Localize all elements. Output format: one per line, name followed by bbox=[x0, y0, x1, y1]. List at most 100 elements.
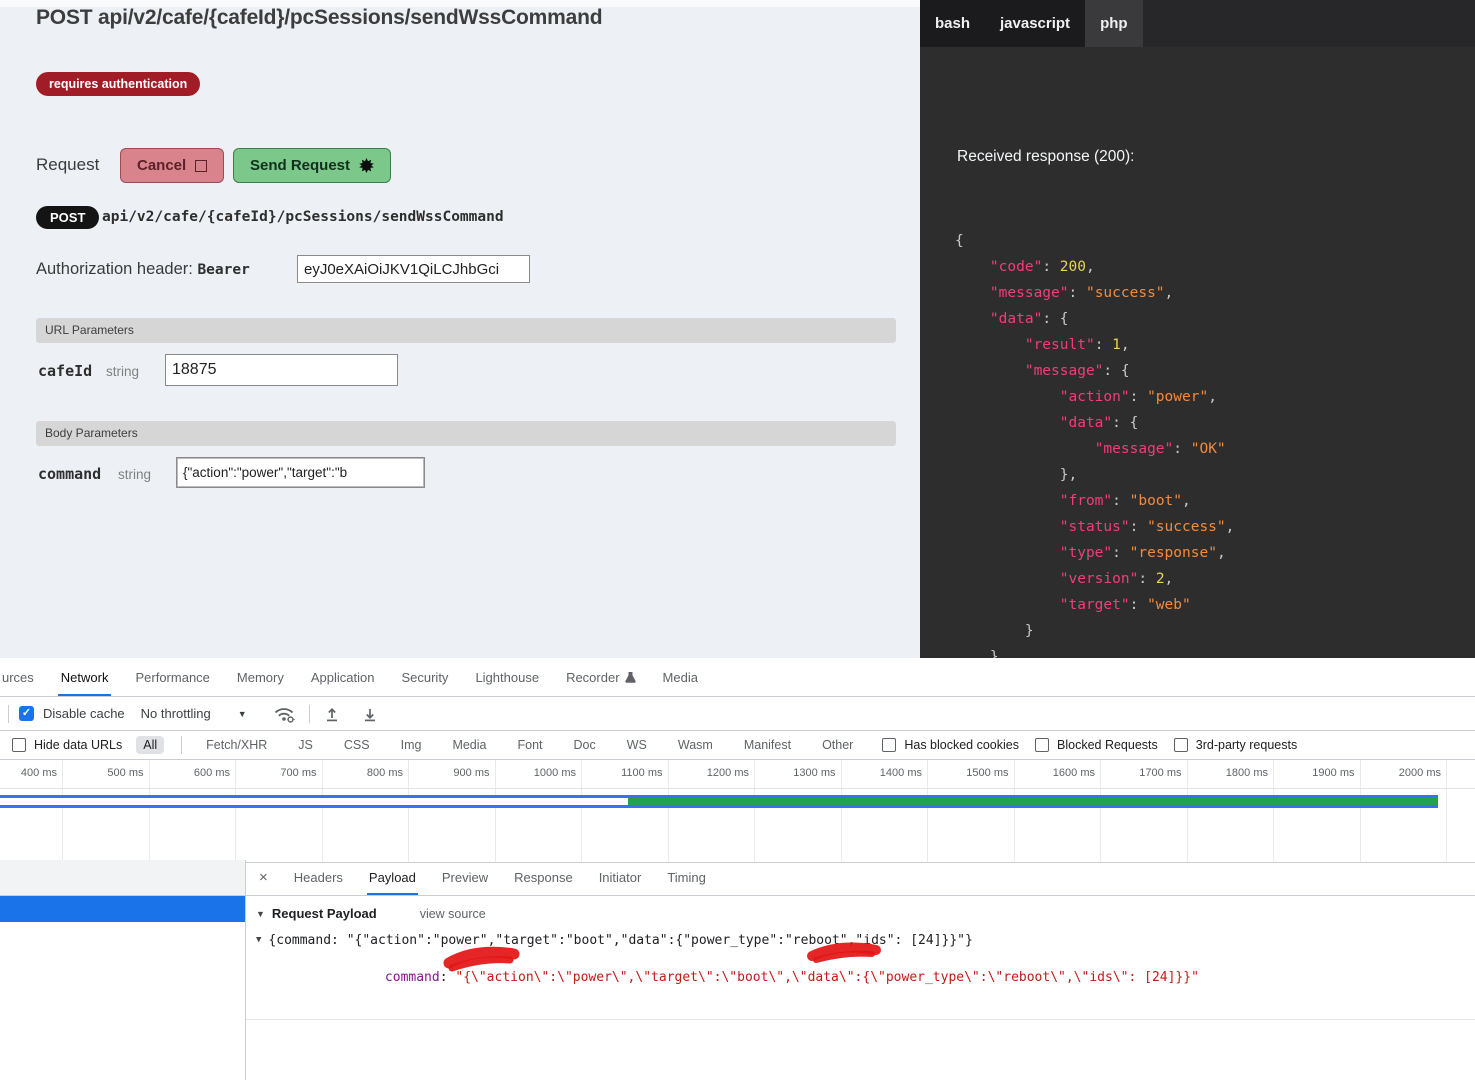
devtools-tab-label: Media bbox=[663, 670, 698, 685]
timeline-gridline bbox=[1100, 760, 1101, 862]
send-request-button[interactable]: Send Request bbox=[233, 148, 391, 183]
disable-cache-checkbox[interactable]: ✓ bbox=[19, 706, 34, 721]
throttling-select[interactable]: No throttling bbox=[141, 706, 211, 721]
request-details-tabbar: × Headers Payload Preview Response Initiator… bbox=[246, 860, 1475, 896]
response-json-line: "action": "power", bbox=[955, 384, 1234, 410]
blocked-requests-checkbox[interactable] bbox=[1035, 738, 1049, 752]
devtools-tab-label: Network bbox=[61, 670, 109, 685]
filter-chip-font[interactable]: Font bbox=[510, 736, 549, 754]
details-tab-response[interactable]: Response bbox=[514, 860, 573, 895]
filter-chips: All Fetch/XHR JS CSS Img Media Font Doc WS Wasm Ma… bbox=[136, 736, 860, 754]
filter-chip-img[interactable]: Img bbox=[394, 736, 429, 754]
devtools-tab-label: Recorder bbox=[566, 670, 619, 685]
overview-download-segment bbox=[628, 798, 1438, 805]
details-tab-payload[interactable]: Payload bbox=[369, 860, 416, 895]
response-json: { "code": 200, "message": "success", "da… bbox=[955, 228, 1234, 658]
payload-command-line: command: "{\"action\":\"power\",\"target… bbox=[291, 955, 1475, 1000]
code-tab-javascript[interactable]: javascript bbox=[985, 0, 1085, 47]
throttling-dropdown-caret[interactable]: ▼ bbox=[238, 709, 247, 719]
response-json-line: }, bbox=[955, 462, 1234, 488]
devtools-tab-security[interactable]: Security bbox=[401, 658, 448, 696]
send-request-button-label: Send Request bbox=[250, 157, 350, 174]
payload-value: "{\"action\":\"power\",\"target\":\"boot… bbox=[455, 970, 1199, 985]
requests-name-column bbox=[0, 860, 246, 1080]
third-party-requests-label: 3rd-party requests bbox=[1196, 738, 1297, 752]
network-overview-timeline[interactable]: 400 ms500 ms600 ms700 ms800 ms900 ms1000… bbox=[0, 760, 1475, 863]
third-party-requests-checkbox[interactable] bbox=[1174, 738, 1188, 752]
command-input[interactable] bbox=[176, 457, 425, 488]
auth-token-input[interactable] bbox=[297, 255, 530, 283]
view-source-link[interactable]: view source bbox=[420, 907, 486, 921]
cafeid-input[interactable] bbox=[165, 354, 398, 386]
timeline-gridline bbox=[322, 760, 323, 862]
devtools-tab-network[interactable]: Network bbox=[61, 658, 109, 696]
devtools-tab-label: Security bbox=[401, 670, 448, 685]
filter-chip-fetch-xhr[interactable]: Fetch/XHR bbox=[199, 736, 274, 754]
filter-chip-js[interactable]: JS bbox=[291, 736, 320, 754]
devtools-tab-label: Memory bbox=[237, 670, 284, 685]
network-main-area: × Headers Payload Preview Response Initiator… bbox=[0, 860, 1475, 1080]
code-tabs: bashjavascriptphp bbox=[920, 0, 1475, 47]
payload-preview-text: {command: "{"action":"power","target":"b… bbox=[268, 933, 972, 948]
devtools-tab-lighthouse[interactable]: Lighthouse bbox=[475, 658, 539, 696]
devtools-tab-label: Lighthouse bbox=[475, 670, 539, 685]
payload-key: command bbox=[385, 970, 440, 985]
authorization-header-label: Authorization header: Bearer bbox=[36, 260, 250, 279]
timeline-tick-label: 1800 ms bbox=[1226, 767, 1273, 779]
devtools-tab-performance[interactable]: Performance bbox=[135, 658, 209, 696]
filter-chip-css[interactable]: CSS bbox=[337, 736, 377, 754]
hide-data-urls-checkbox[interactable] bbox=[12, 738, 26, 752]
devtools-tab-application[interactable]: Application bbox=[311, 658, 375, 696]
response-json-line: "code": 200, bbox=[955, 254, 1234, 280]
timeline-tick-label: 1600 ms bbox=[1053, 767, 1100, 779]
response-json-line: "result": 1, bbox=[955, 332, 1234, 358]
details-tab-headers[interactable]: Headers bbox=[294, 860, 343, 895]
close-icon[interactable]: × bbox=[259, 869, 268, 886]
devtools-tabbar: urces Network Performance Memory Application… bbox=[0, 658, 1475, 697]
response-json-line: "data": { bbox=[955, 306, 1234, 332]
code-example-panel: bashjavascriptphp Received response (200… bbox=[920, 0, 1475, 658]
filter-chip-wasm[interactable]: Wasm bbox=[671, 736, 720, 754]
filter-chip-manifest[interactable]: Manifest bbox=[737, 736, 798, 754]
cafeid-param-name: cafeId bbox=[38, 362, 92, 380]
ruler-divider bbox=[0, 788, 1475, 789]
network-conditions-icon[interactable] bbox=[273, 705, 295, 723]
details-tab-initiator[interactable]: Initiator bbox=[599, 860, 642, 895]
devtools-tab-urces[interactable]: urces bbox=[2, 658, 34, 696]
details-tab-timing[interactable]: Timing bbox=[667, 860, 706, 895]
timeline-gridline bbox=[927, 760, 928, 862]
filter-chip-doc[interactable]: Doc bbox=[567, 736, 603, 754]
selected-request-row[interactable] bbox=[0, 896, 245, 922]
has-blocked-cookies-checkbox[interactable] bbox=[882, 738, 896, 752]
toolbar-divider bbox=[309, 705, 310, 723]
import-har-icon[interactable] bbox=[324, 706, 340, 722]
network-toolbar: ✓ Disable cache No throttling ▼ bbox=[0, 697, 1475, 731]
export-har-icon[interactable] bbox=[362, 706, 378, 722]
collapse-triangle-icon[interactable]: ▼ bbox=[256, 909, 265, 919]
devtools-tab-media[interactable]: Media bbox=[663, 658, 698, 696]
timeline-tick-label: 1500 ms bbox=[966, 767, 1013, 779]
filter-chip-other[interactable]: Other bbox=[815, 736, 860, 754]
timeline-tick-label: 600 ms bbox=[194, 767, 235, 779]
requires-authentication-badge: requires authentication bbox=[36, 72, 200, 96]
code-tab-php[interactable]: php bbox=[1085, 0, 1143, 47]
devtools-tab-memory[interactable]: Memory bbox=[237, 658, 284, 696]
timeline-gridline bbox=[235, 760, 236, 862]
expand-triangle-icon[interactable]: ▼ bbox=[256, 935, 261, 945]
code-tabbar-filler bbox=[1143, 0, 1475, 47]
requests-column-header[interactable] bbox=[0, 860, 245, 896]
response-json-line: "version": 2, bbox=[955, 566, 1234, 592]
cancel-button[interactable]: Cancel bbox=[120, 148, 224, 183]
response-json-line: "message": { bbox=[955, 358, 1234, 384]
body-parameters-section-header: Body Parameters bbox=[36, 421, 896, 446]
devtools-tab-label: Application bbox=[311, 670, 375, 685]
filter-chip-ws[interactable]: WS bbox=[620, 736, 654, 754]
filter-chip-all[interactable]: All bbox=[136, 736, 164, 754]
devtools-tab-recorder[interactable]: Recorder bbox=[566, 658, 635, 696]
payload-preview-line[interactable]: ▼ {command: "{"action":"power","target":"… bbox=[256, 933, 1475, 948]
details-tab-preview[interactable]: Preview bbox=[442, 860, 488, 895]
filter-chip-media[interactable]: Media bbox=[445, 736, 493, 754]
request-payload-section[interactable]: ▼ Request Payload view source bbox=[256, 906, 1475, 921]
code-tab-bash[interactable]: bash bbox=[920, 0, 985, 47]
timeline-tick-label: 1400 ms bbox=[880, 767, 927, 779]
